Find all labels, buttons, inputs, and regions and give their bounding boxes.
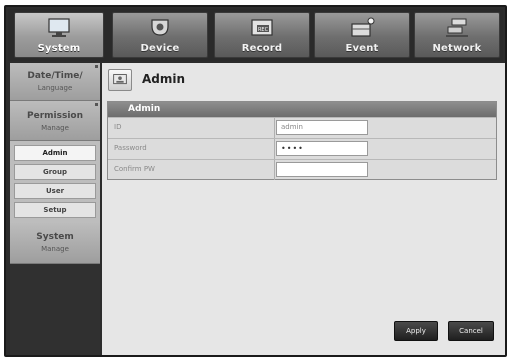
field-label: Confirm PW [114, 165, 155, 173]
tab-device[interactable]: Device [112, 12, 208, 58]
sidebar-item-group[interactable]: Group [14, 164, 96, 180]
section-header: Admin [108, 102, 496, 117]
camera-icon [151, 19, 169, 36]
group-title: System [36, 232, 74, 242]
sidebar: Date/Time/ Language Permission Manage Ad… [10, 63, 100, 355]
svg-text:REC: REC [258, 27, 269, 33]
group-subtitle: Manage [41, 245, 69, 253]
main-panel: Admin Admin ID admin Password •••• Confi… [102, 63, 505, 355]
sidebar-group-system-manage[interactable]: System Manage [10, 223, 100, 264]
tab-label: Record [241, 43, 283, 54]
network-icon [446, 18, 468, 37]
expand-indicator-icon [95, 65, 98, 68]
apply-button[interactable]: Apply [394, 321, 438, 341]
tab-label: System [37, 43, 81, 54]
dvr-settings-window: System Device REC Record Event Network D… [4, 5, 507, 357]
sidebar-item-setup[interactable]: Setup [14, 202, 96, 218]
admin-form: Admin ID admin Password •••• Confirm PW [107, 101, 497, 180]
confirm-password-field[interactable] [276, 162, 368, 177]
sidebar-empty-area [10, 264, 100, 355]
tab-event[interactable]: Event [314, 12, 410, 58]
column-divider [274, 139, 275, 159]
top-tab-bar: System Device REC Record Event Network [8, 9, 503, 61]
page-title: Admin [142, 72, 186, 86]
sidebar-item-admin[interactable]: Admin [14, 145, 96, 161]
sidebar-group-permission-manage[interactable]: Permission Manage [10, 101, 100, 141]
cancel-button[interactable]: Cancel [448, 321, 494, 341]
expand-indicator-icon [95, 103, 98, 106]
group-subtitle: Manage [41, 124, 69, 132]
form-row-password: Password •••• [108, 138, 496, 159]
sidebar-item-user[interactable]: User [14, 183, 96, 199]
field-label: Password [114, 144, 147, 152]
tab-label: Device [140, 43, 180, 54]
field-label: ID [114, 123, 122, 131]
tab-system[interactable]: System [14, 12, 104, 58]
admin-user-icon [108, 69, 132, 91]
event-icon [351, 17, 375, 37]
sidebar-group-date-time-language[interactable]: Date/Time/ Language [10, 63, 100, 101]
record-icon: REC [251, 19, 273, 36]
column-divider [274, 118, 275, 138]
tab-label: Event [345, 43, 379, 54]
tab-record[interactable]: REC Record [214, 12, 310, 58]
group-title: Permission [27, 111, 83, 121]
form-row-id: ID admin [108, 117, 496, 138]
page-header: Admin [108, 69, 408, 93]
tab-label: Network [432, 43, 482, 54]
column-divider [274, 160, 275, 180]
form-row-confirm-pw: Confirm PW [108, 159, 496, 180]
group-title: Date/Time/ [27, 71, 83, 81]
id-field[interactable]: admin [276, 120, 368, 135]
password-field[interactable]: •••• [276, 141, 368, 156]
group-subtitle: Language [37, 84, 73, 92]
monitor-icon [48, 18, 70, 37]
tab-network[interactable]: Network [414, 12, 500, 58]
